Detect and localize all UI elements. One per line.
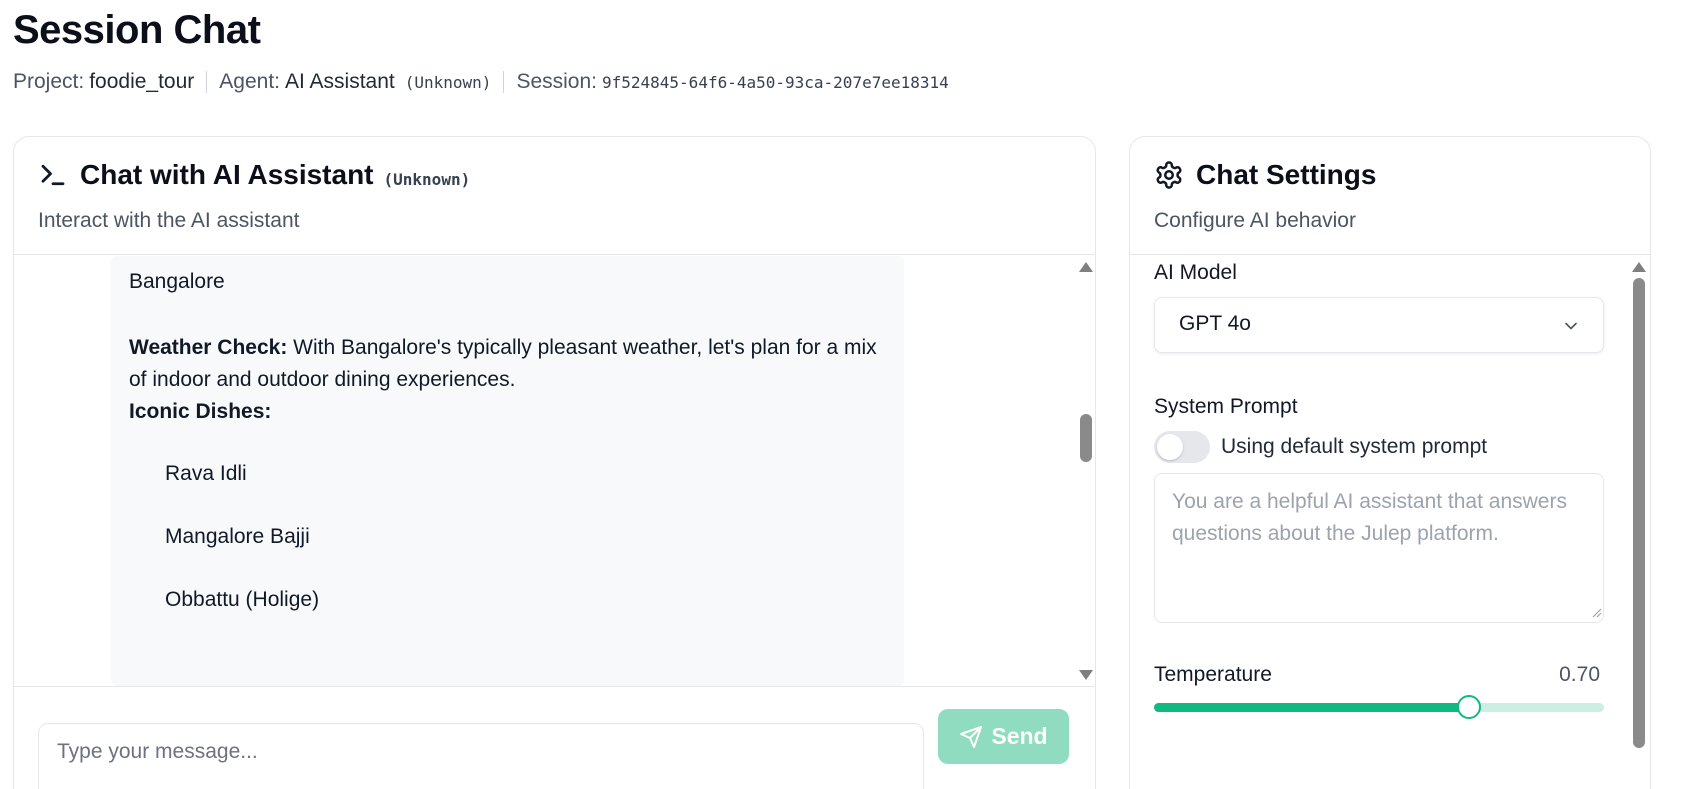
settings-title-row: Chat Settings [1154, 159, 1376, 191]
temperature-value: 0.70 [1559, 663, 1600, 686]
model-select-value: GPT 4o [1179, 312, 1251, 335]
system-prompt-label: System Prompt [1154, 395, 1298, 418]
slider-handle[interactable] [1457, 695, 1481, 719]
session-label: Session: [516, 70, 597, 93]
model-select[interactable]: GPT 4o [1154, 297, 1604, 353]
assistant-message: Bangalore Weather Check: With Bangalore'… [111, 256, 904, 686]
scroll-up-arrow-icon[interactable] [1632, 262, 1646, 272]
settings-panel: Chat Settings Configure AI behavior AI M… [1129, 136, 1651, 789]
settings-title: Chat Settings [1196, 159, 1377, 190]
agent-label: Agent: [219, 70, 281, 93]
chat-subtitle: Interact with the AI assistant [38, 209, 300, 232]
list-item: Mangalore Bajji [165, 525, 310, 548]
message-scrollbar[interactable] [1075, 256, 1095, 686]
settings-subtitle: Configure AI behavior [1154, 209, 1356, 232]
toggle-label: Using default system prompt [1221, 435, 1488, 458]
scrollbar-thumb[interactable] [1080, 413, 1092, 462]
list-item: Rava Idli [165, 462, 247, 485]
message-line: Iconic Dishes: [129, 396, 886, 428]
default-prompt-toggle[interactable] [1154, 431, 1210, 463]
page-title: Session Chat [13, 8, 261, 52]
slider-fill [1154, 703, 1469, 712]
agent-value: AI Assistant [285, 70, 395, 93]
scroll-down-arrow-icon[interactable] [1079, 670, 1093, 680]
message-line: Bangalore [129, 270, 225, 293]
chat-title-row: Chat with AI Assistant (Unknown) [38, 159, 470, 191]
chevron-down-icon [1561, 316, 1581, 336]
scroll-up-arrow-icon[interactable] [1079, 262, 1093, 272]
dish-list: Rava Idli Mangalore Bajji Obbattu (Holig… [129, 458, 886, 647]
settings-header: Chat Settings Configure AI behavior [1130, 137, 1650, 255]
weather-label: Weather Check: [129, 336, 288, 359]
resize-grip-icon[interactable] [1590, 605, 1602, 618]
dishes-label: Iconic Dishes: [129, 400, 272, 423]
send-icon [959, 725, 983, 749]
chat-title-tag: (Unknown) [383, 169, 471, 189]
agent-tag: (Unknown) [404, 72, 492, 92]
divider [206, 71, 208, 93]
message-paragraph: Weather Check: With Bangalore's typicall… [129, 332, 886, 396]
message-input[interactable] [38, 723, 924, 789]
gear-icon [1154, 160, 1184, 190]
default-prompt-toggle-row: Using default system prompt [1154, 431, 1487, 463]
scrollbar-thumb[interactable] [1633, 278, 1645, 748]
settings-scrollbar[interactable] [1628, 256, 1650, 789]
message-list[interactable]: Bangalore Weather Check: With Bangalore'… [14, 256, 1095, 686]
temperature-label: Temperature [1154, 663, 1272, 686]
session-meta: Project: foodie_tour Agent: AI Assistant… [13, 70, 949, 94]
chat-header: Chat with AI Assistant (Unknown) Interac… [14, 137, 1095, 255]
project-label: Project: [13, 70, 85, 93]
message-composer: Send [14, 686, 1095, 789]
project-value: foodie_tour [89, 70, 195, 93]
session-id: 9f524845-64f6-4a50-93ca-207e7ee18314 [601, 72, 949, 92]
send-button[interactable]: Send [938, 709, 1069, 764]
chat-panel: Chat with AI Assistant (Unknown) Interac… [13, 136, 1096, 789]
send-label: Send [991, 723, 1048, 749]
divider [503, 71, 505, 93]
temperature-slider[interactable] [1154, 695, 1604, 719]
list-item: Obbattu (Holige) [165, 588, 320, 611]
chat-title: Chat with AI Assistant [80, 159, 374, 190]
terminal-icon [38, 160, 68, 190]
model-label: AI Model [1154, 261, 1237, 284]
toggle-knob [1157, 434, 1183, 460]
system-prompt-input[interactable] [1154, 473, 1604, 623]
